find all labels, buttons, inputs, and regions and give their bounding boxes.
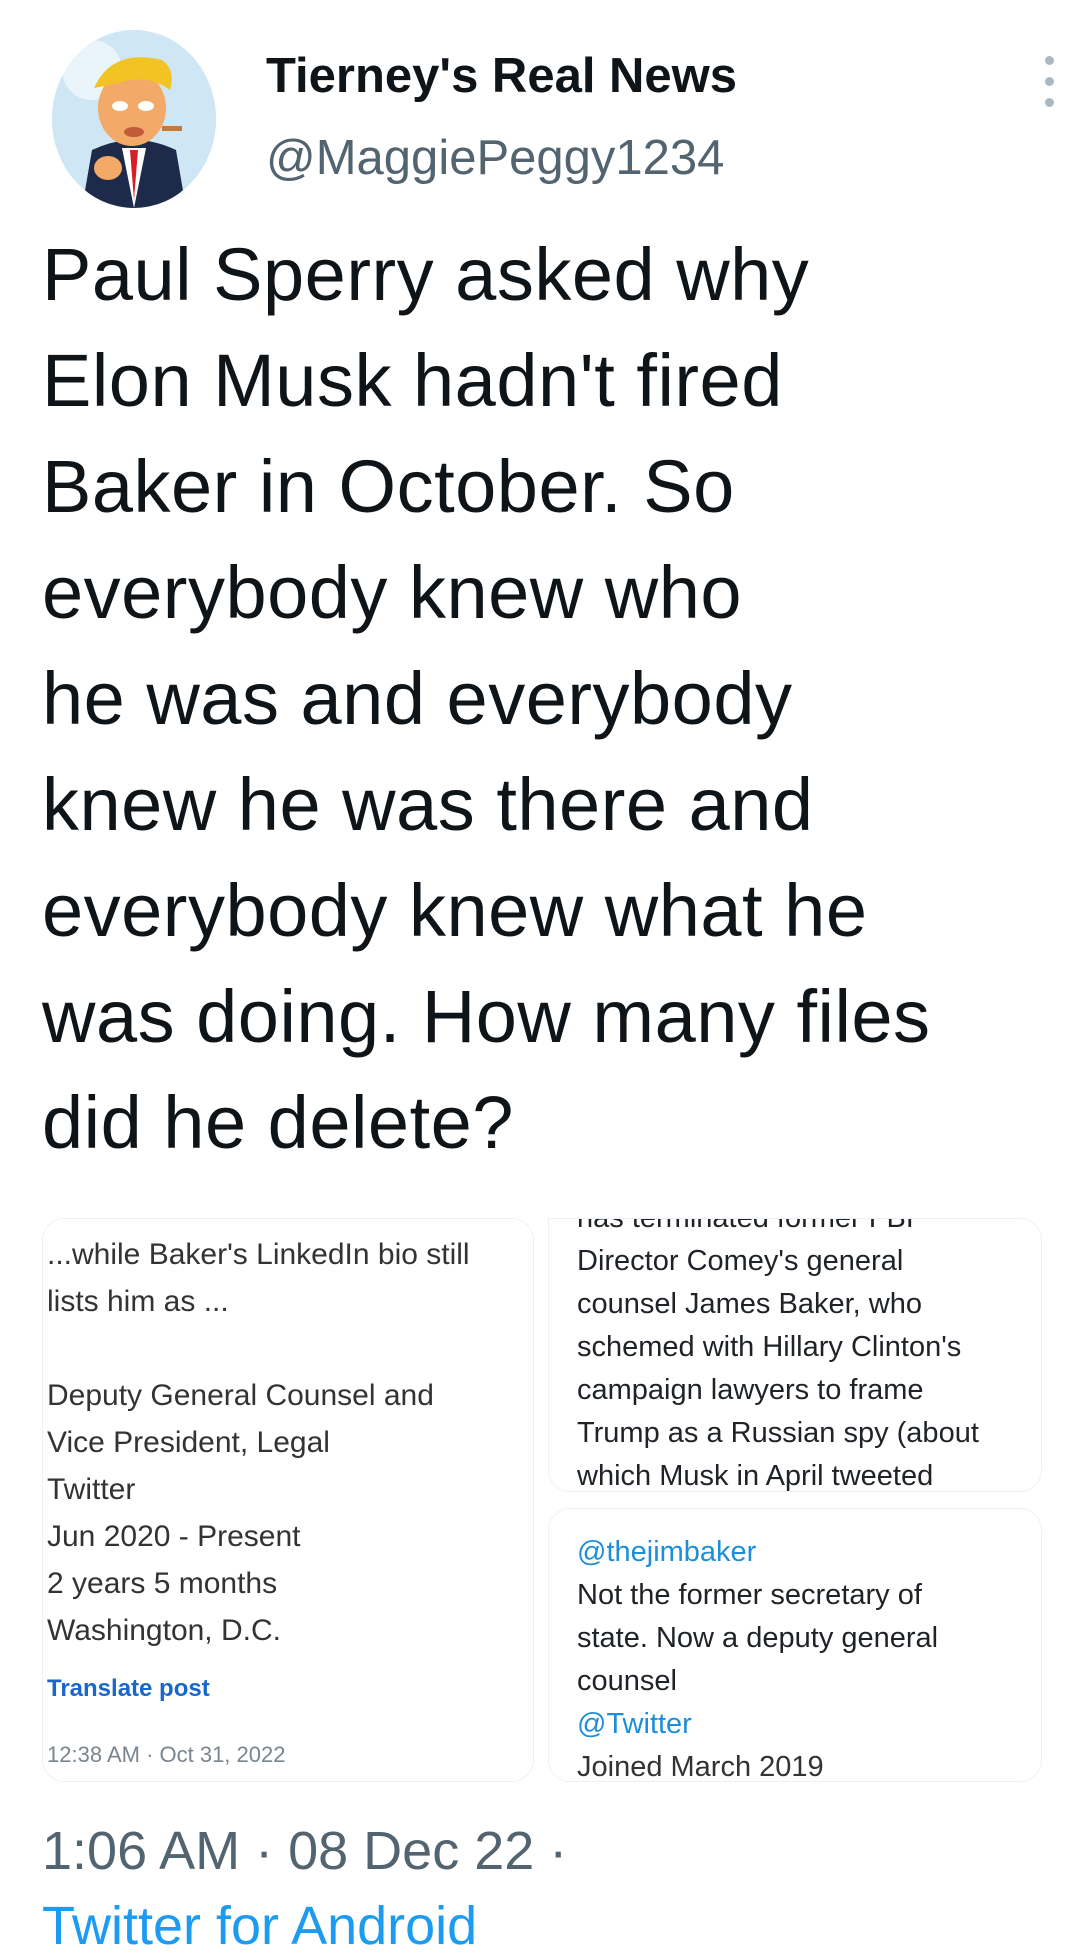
bio-line: state. Now a deputy general (577, 1622, 939, 1654)
screenshot-line: Jun 2020 - Present (47, 1520, 301, 1553)
tweet-line: Elon Musk hadn't fired (42, 339, 783, 422)
tweet-timestamp[interactable]: 1:06 AM · 08 Dec 22 · (42, 1820, 567, 1882)
screenshot-line: schemed with Hillary Clinton's (577, 1331, 962, 1363)
screenshot-line: Washington, D.C. (47, 1614, 281, 1647)
screenshot-text: has terminated former FBI Director Comey… (577, 1218, 1037, 1492)
tweet-line: he was and everybody (42, 657, 793, 740)
screenshot-line: has terminated former FBI (577, 1218, 914, 1234)
screenshot-text: ...while Baker's LinkedIn bio still list… (47, 1231, 470, 1654)
screenshot-line: Twitter (47, 1473, 136, 1506)
tweet-line: knew he was there and (42, 763, 814, 846)
tweet-line: everybody knew who (42, 551, 743, 634)
bio-line: Not the former secretary of (577, 1579, 922, 1611)
media-image-left[interactable]: ...while Baker's LinkedIn bio still list… (42, 1218, 534, 1782)
author-handle[interactable]: @MaggiePeggy1234 (266, 130, 724, 186)
tweet-text: Paul Sperry asked why Elon Musk hadn't f… (42, 222, 1052, 1176)
screenshot-line: Director Comey's general (577, 1245, 904, 1277)
tweet-source-link[interactable]: Twitter for Android (42, 1895, 477, 1957)
screenshot-line: lists him as ... (47, 1285, 229, 1318)
media-image-right-top[interactable]: has terminated former FBI Director Comey… (548, 1218, 1042, 1492)
tweet-line: everybody knew what he (42, 869, 868, 952)
screenshot-line: Deputy General Counsel and (47, 1379, 434, 1412)
screenshot-line: counsel James Baker, who (577, 1288, 922, 1320)
tweet-line: Paul Sperry asked why (42, 233, 810, 316)
avatar-caricature-image (52, 30, 216, 208)
translate-post-link: Translate post (47, 1675, 210, 1702)
bio-line: counsel (577, 1665, 677, 1697)
tweet-line: Baker in October. So (42, 445, 735, 528)
mention-link: @thejimbaker (577, 1536, 757, 1568)
tweet-line: was doing. How many files (42, 975, 931, 1058)
screenshot-line: 2 years 5 months (47, 1567, 278, 1600)
twitter-link: @Twitter (577, 1708, 692, 1740)
joined-date: Joined March 2019 (577, 1751, 824, 1782)
tweet-line: did he delete? (42, 1081, 514, 1164)
screenshot-line (47, 1325, 470, 1372)
author-display-name[interactable]: Tierney's Real News (266, 48, 737, 104)
media-image-right-bottom[interactable]: @thejimbaker Not the former secretary of… (548, 1508, 1042, 1782)
media-grid[interactable]: ...while Baker's LinkedIn bio still list… (42, 1218, 1042, 1782)
screenshot-line: Vice President, Legal (47, 1426, 330, 1459)
screenshot-text: @thejimbaker Not the former secretary of… (577, 1531, 1037, 1782)
screenshot-line: ...while Baker's LinkedIn bio still (47, 1238, 470, 1271)
avatar[interactable] (52, 30, 216, 208)
screenshot-line: campaign lawyers to frame (577, 1374, 924, 1406)
screenshot-line: Trump as a Russian spy (about (577, 1417, 979, 1449)
more-vertical-icon[interactable] (1034, 54, 1064, 110)
screenshot-line: which Musk in April tweeted (577, 1460, 934, 1492)
screenshot-timestamp: 12:38 AM · Oct 31, 2022 (47, 1742, 286, 1767)
